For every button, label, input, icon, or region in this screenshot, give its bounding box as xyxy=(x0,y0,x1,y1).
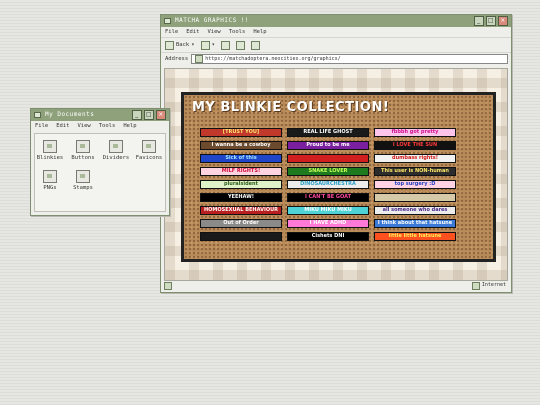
globe-icon xyxy=(471,281,480,290)
stop-icon[interactable] xyxy=(220,40,230,50)
corkboard: MY BLINKIE COLLECTION! [TRUST YOU] REAL … xyxy=(181,92,496,262)
browser-titlebar[interactable]: MATCHA GRAPHICS !! _ □ × xyxy=(161,15,511,27)
address-bar: Address https://matchadoptera.neocities.… xyxy=(161,53,511,65)
blinkie: I LOVE THE SUN xyxy=(374,141,456,150)
folder-item-dividers[interactable]: Dividers xyxy=(101,140,131,161)
blinkie xyxy=(287,154,369,163)
blinkie: REAL LIFE GHOST xyxy=(287,128,369,137)
file-icon xyxy=(43,140,57,153)
menu-edit[interactable]: Edit xyxy=(56,121,69,131)
folder-item-favicons[interactable]: Favicons xyxy=(134,140,164,161)
back-icon xyxy=(165,40,174,50)
home-icon[interactable] xyxy=(250,40,260,50)
page-icon xyxy=(195,55,204,63)
browser-window: MATCHA GRAPHICS !! _ □ × File Edit View … xyxy=(160,14,512,293)
item-label: Stamps xyxy=(73,185,93,191)
blinkie: I CAN'T BE GOAT xyxy=(287,193,369,202)
address-input[interactable]: https://matchadoptera.neocities.org/grap… xyxy=(191,54,508,64)
app-icon xyxy=(164,18,171,24)
status-bar: Internet xyxy=(164,281,508,290)
folder-item-stamps[interactable]: Stamps xyxy=(68,170,98,191)
explorer-menubar: File Edit View Tools Help xyxy=(31,121,169,131)
back-label: Back xyxy=(176,42,190,48)
blinkie: I HAVE ADHD xyxy=(287,219,369,228)
forward-dropdown-icon[interactable]: ▾ xyxy=(212,38,215,52)
file-icon xyxy=(76,170,90,183)
status-zone: Internet xyxy=(481,282,506,288)
blinkie: HOMOSEXUAL BEHAVIOUR xyxy=(200,206,282,215)
address-label: Address xyxy=(165,56,189,62)
file-icon xyxy=(142,140,156,153)
blinkie: all someone who dares xyxy=(374,206,456,215)
menu-help[interactable]: Help xyxy=(253,27,266,37)
forward-button[interactable]: ▾ xyxy=(200,38,215,52)
blinkie: I wanna be a cowboy xyxy=(200,141,282,150)
blinkie: top surgery :D xyxy=(374,180,456,189)
forward-icon xyxy=(200,40,210,50)
folder-item-blinkies[interactable]: Blinkies xyxy=(35,140,65,161)
blinkie: YEEHAW! xyxy=(200,193,282,202)
blinkie: This user is NON-human xyxy=(374,167,456,176)
address-value: https://matchadoptera.neocities.org/grap… xyxy=(205,56,341,62)
blinkie: little little hatsune xyxy=(374,232,456,241)
file-icon xyxy=(76,140,90,153)
menu-file[interactable]: File xyxy=(165,27,178,37)
menu-edit[interactable]: Edit xyxy=(186,27,199,37)
refresh-icon[interactable] xyxy=(235,40,245,50)
file-icon xyxy=(43,170,57,183)
menu-help[interactable]: Help xyxy=(123,121,136,131)
menu-view[interactable]: View xyxy=(78,121,91,131)
maximize-button[interactable]: □ xyxy=(486,16,496,26)
minimize-button[interactable]: _ xyxy=(474,16,484,26)
blinkie: Sick of this xyxy=(200,154,282,163)
blinkie: MIKU MIKU MIKU xyxy=(287,206,369,215)
blinkie xyxy=(374,193,456,202)
blinkie: DINOSAURCHESTRA xyxy=(287,180,369,189)
blinkie: fbbbh got pretty xyxy=(374,128,456,137)
file-icon xyxy=(109,140,123,153)
explorer-window: My Documents _ □ × File Edit View Tools … xyxy=(30,108,170,216)
back-button[interactable]: Back ▾ xyxy=(165,38,195,52)
blinkie: dumbass rights! xyxy=(374,154,456,163)
menu-tools[interactable]: Tools xyxy=(99,121,116,131)
blinkie: [TRUST YOU] xyxy=(200,128,282,137)
minimize-button[interactable]: _ xyxy=(132,110,142,120)
menu-view[interactable]: View xyxy=(208,27,221,37)
item-label: PNGs xyxy=(43,185,57,191)
explorer-title: My Documents xyxy=(45,111,95,118)
folder-item-buttons[interactable]: Buttons xyxy=(68,140,98,161)
close-button[interactable]: × xyxy=(498,16,508,26)
item-label: Blinkies xyxy=(36,155,64,161)
close-button[interactable]: × xyxy=(156,110,166,120)
explorer-titlebar[interactable]: My Documents _ □ × xyxy=(31,109,169,121)
blinkie: Out of Order xyxy=(200,219,282,228)
menu-file[interactable]: File xyxy=(35,121,48,131)
page-status-icon xyxy=(164,281,172,290)
back-dropdown-icon[interactable]: ▾ xyxy=(191,38,194,52)
blinkie xyxy=(200,232,282,241)
maximize-button[interactable]: □ xyxy=(144,110,154,120)
menu-tools[interactable]: Tools xyxy=(229,27,246,37)
browser-title: MATCHA GRAPHICS !! xyxy=(175,17,250,24)
page-viewport[interactable]: MY BLINKIE COLLECTION! [TRUST YOU] REAL … xyxy=(164,68,508,281)
blinkie: Cishets DNI xyxy=(287,232,369,241)
browser-menubar: File Edit View Tools Help xyxy=(161,27,511,37)
item-label: Buttons xyxy=(71,155,95,161)
folder-icon xyxy=(34,112,41,118)
folder-item-pngs[interactable]: PNGs xyxy=(35,170,65,191)
page-heading: MY BLINKIE COLLECTION! xyxy=(192,100,390,115)
blinkie: pluralsident xyxy=(200,180,282,189)
browser-toolbar: Back ▾ ▾ xyxy=(161,37,511,53)
blinkie: MILF RIGHTS! xyxy=(200,167,282,176)
item-label: Favicons xyxy=(135,155,163,161)
item-label: Dividers xyxy=(102,155,130,161)
blinkie: I think about that hatsune xyxy=(374,219,456,228)
blinkie-grid: [TRUST YOU] REAL LIFE GHOST fbbbh got pr… xyxy=(200,128,456,241)
blinkie: SNAKE LOVER xyxy=(287,167,369,176)
folder-view: Blinkies Buttons Dividers Favicons PNGs … xyxy=(34,133,166,212)
blinkie: Proud to be me xyxy=(287,141,369,150)
